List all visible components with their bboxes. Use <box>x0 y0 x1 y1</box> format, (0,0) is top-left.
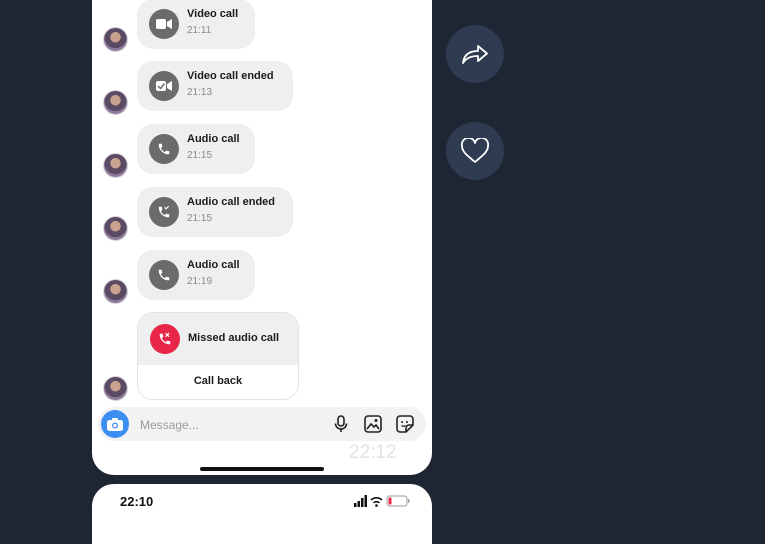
call-bubble[interactable]: Video call ended 21:13 <box>137 61 293 111</box>
battery-icon <box>386 495 410 507</box>
call-title: Audio call ended <box>187 196 276 208</box>
missed-call-icon <box>150 324 180 354</box>
avatar[interactable] <box>103 376 128 401</box>
home-indicator[interactable] <box>200 467 324 471</box>
call-time: 21:15 <box>187 150 213 161</box>
message-composer <box>98 407 426 441</box>
microphone-icon[interactable] <box>331 414 351 434</box>
message-input[interactable] <box>138 413 322 437</box>
call-title: Video call <box>187 8 239 20</box>
phone-ended-icon <box>149 197 179 227</box>
sticker-icon[interactable] <box>395 414 415 434</box>
call-back-button[interactable]: Call back <box>138 375 298 387</box>
missed-call-card: Missed audio call Call back <box>137 312 299 400</box>
call-bubble[interactable]: Audio call 21:19 <box>137 250 255 300</box>
call-bubble[interactable]: Audio call 21:15 <box>137 124 255 174</box>
gallery-icon[interactable] <box>363 414 383 434</box>
call-title: Video call ended <box>187 70 274 82</box>
call-bubble[interactable]: Video call 21:11 <box>137 0 255 49</box>
avatar[interactable] <box>103 27 128 52</box>
call-time: 21:19 <box>187 276 213 287</box>
call-time: 21:15 <box>187 213 213 224</box>
chat-screen: Video call 21:11 Video call ended 21:13 … <box>92 0 432 475</box>
video-ended-icon <box>149 71 179 101</box>
overlay-time: 22:12 <box>349 442 397 463</box>
missed-call-title: Missed audio call <box>188 332 280 344</box>
next-screen: 22:10 <box>92 484 432 544</box>
call-time: 21:13 <box>187 87 213 98</box>
share-arrow-icon <box>462 45 488 64</box>
video-camera-icon <box>149 9 179 39</box>
camera-icon <box>107 417 123 431</box>
avatar[interactable] <box>103 153 128 178</box>
avatar[interactable] <box>103 216 128 241</box>
avatar[interactable] <box>103 279 128 304</box>
phone-icon <box>149 260 179 290</box>
wifi-icon <box>370 497 383 507</box>
signal-icon <box>354 495 367 507</box>
call-time: 21:11 <box>187 25 212 36</box>
phone-icon <box>149 134 179 164</box>
call-title: Audio call <box>187 259 240 271</box>
share-button[interactable] <box>446 25 504 83</box>
status-icons <box>354 495 410 507</box>
avatar[interactable] <box>103 90 128 115</box>
status-time: 22:10 <box>120 494 154 509</box>
call-bubble[interactable]: Audio call ended 21:15 <box>137 187 293 237</box>
missed-call-header[interactable]: Missed audio call <box>138 313 298 365</box>
camera-button[interactable] <box>101 410 129 438</box>
like-button[interactable] <box>446 122 504 180</box>
call-title: Audio call <box>187 133 240 145</box>
heart-icon <box>460 138 490 163</box>
